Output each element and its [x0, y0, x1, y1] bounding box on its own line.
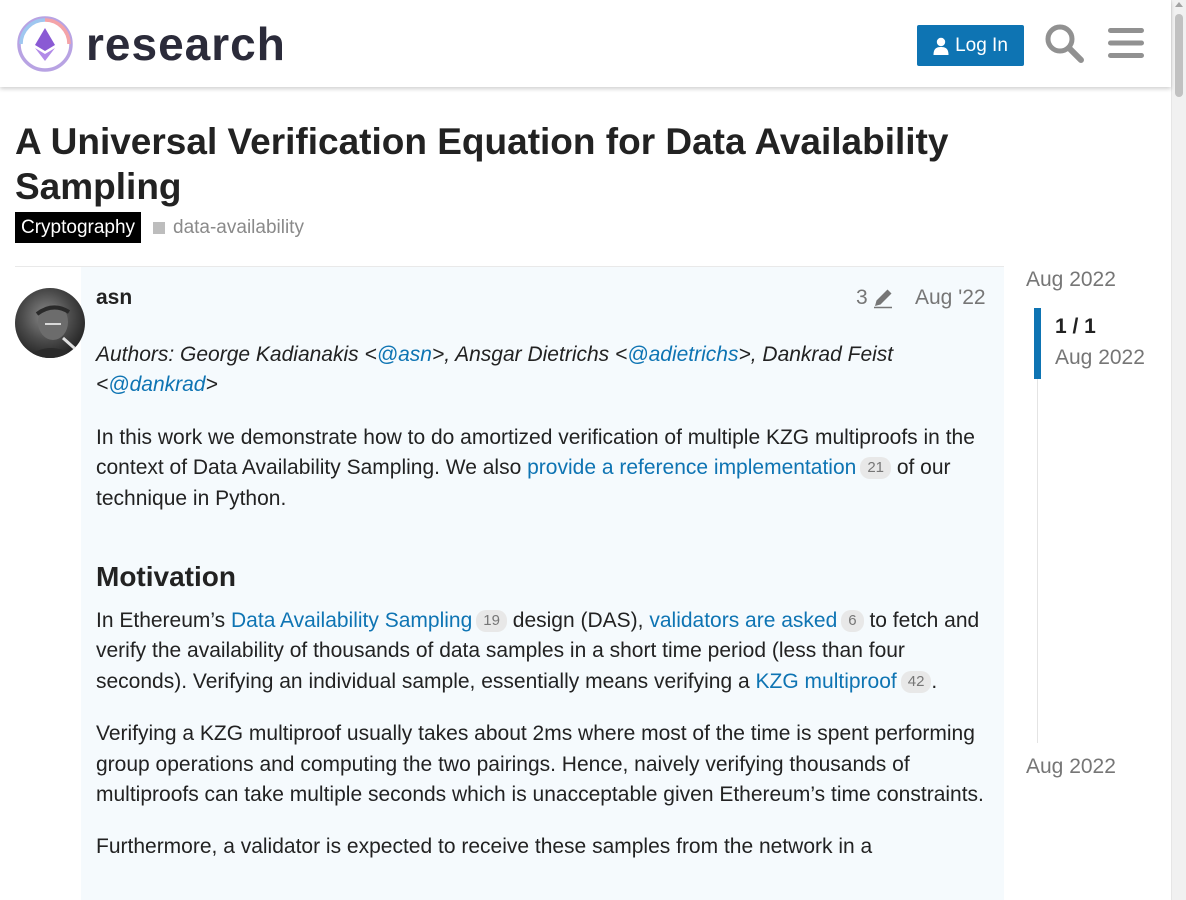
user-icon	[933, 37, 949, 55]
log-in-button[interactable]: Log In	[917, 25, 1024, 66]
link-click-count: 42	[900, 670, 932, 693]
edit-history-button[interactable]: 3	[856, 286, 894, 310]
reference-implementation-link[interactable]: provide a reference implementation	[527, 456, 856, 479]
avatar-image	[15, 288, 85, 358]
log-in-label: Log In	[955, 34, 1008, 56]
topic-title[interactable]: A Universal Verification Equation for Da…	[15, 119, 1015, 209]
site-logo[interactable]: research	[16, 14, 286, 74]
menu-button[interactable]	[1105, 22, 1147, 64]
category-badge[interactable]: Cryptography	[15, 212, 142, 243]
motivation-paragraph-3: Furthermore, a validator is expected to …	[96, 835, 873, 859]
mention-adietrichs[interactable]: @adietrichs	[627, 343, 738, 366]
link-click-count: 21	[860, 457, 891, 480]
authors-line: Authors: George Kadianakis <@asn>, Ansga…	[96, 343, 894, 397]
post-username[interactable]: asn	[96, 286, 132, 310]
scroll-thumb[interactable]	[1175, 14, 1183, 97]
timeline-position: 1 / 1	[1055, 315, 1096, 338]
tag-label: data-availability	[173, 216, 304, 238]
das-link[interactable]: Data Availability Sampling	[231, 609, 472, 632]
avatar[interactable]	[15, 288, 85, 358]
timeline-start-date[interactable]: Aug 2022	[1026, 268, 1116, 292]
timeline-end-date[interactable]: Aug 2022	[1026, 755, 1116, 779]
topic-tag[interactable]: data-availability	[153, 212, 304, 243]
post-date[interactable]: Aug '22	[915, 286, 986, 310]
search-button[interactable]	[1043, 22, 1085, 64]
mention-dankrad[interactable]: @dankrad	[108, 373, 205, 396]
pencil-icon	[873, 289, 892, 309]
site-header: research Log In	[0, 0, 1171, 87]
mention-asn[interactable]: @asn	[377, 343, 432, 366]
motivation-paragraph-2: Verifying a KZG multiproof usually takes…	[96, 722, 984, 807]
search-icon	[1045, 24, 1084, 63]
edit-count: 3	[856, 286, 868, 309]
post-content: Authors: George Kadianakis <@asn>, Ansga…	[96, 340, 991, 885]
tag-square-icon	[153, 221, 165, 234]
link-click-count: 19	[476, 610, 507, 633]
validators-link[interactable]: validators are asked	[649, 609, 837, 632]
site-name: research	[86, 18, 286, 70]
scroll-up-arrow-icon[interactable]	[1175, 2, 1183, 7]
kzg-multiproof-link[interactable]: KZG multiproof	[756, 670, 897, 693]
link-click-count: 6	[841, 610, 864, 633]
section-heading-motivation: Motivation	[96, 561, 236, 593]
timeline-current-date: Aug 2022	[1055, 346, 1145, 369]
timeline-handle[interactable]	[1034, 308, 1041, 379]
hamburger-menu-icon	[1108, 28, 1144, 58]
logo-icon	[17, 16, 73, 72]
motivation-paragraph-1: In Ethereum’s Data Availability Sampling…	[96, 609, 980, 693]
intro-paragraph: In this work we demonstrate how to do am…	[96, 425, 975, 510]
page-scrollbar[interactable]	[1171, 0, 1186, 900]
